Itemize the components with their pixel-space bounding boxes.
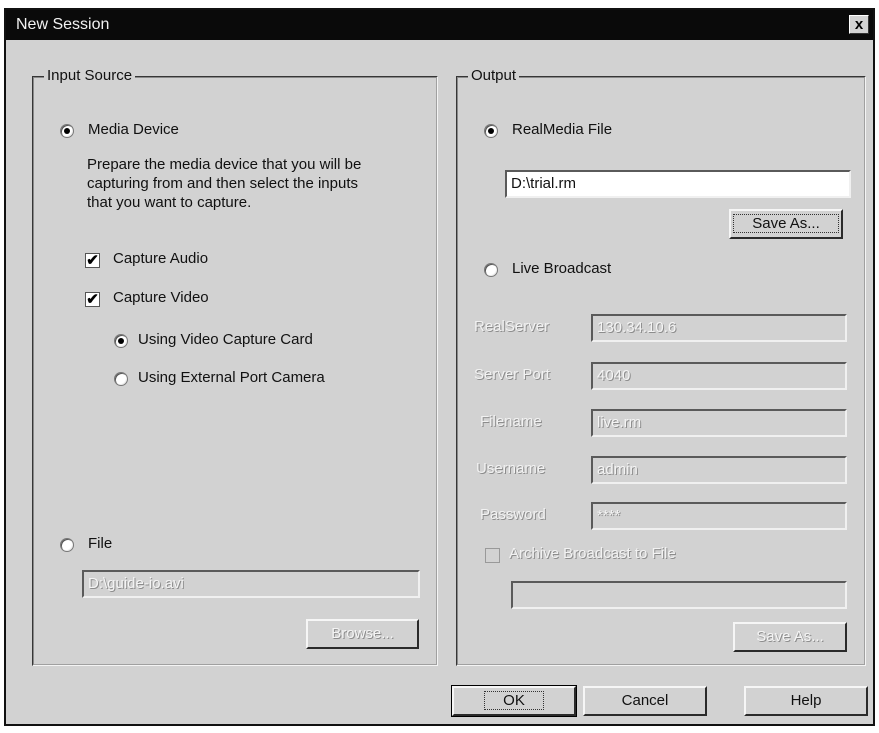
username-label: Username (476, 460, 546, 477)
capture-audio-checkbox[interactable]: ✔ (85, 253, 100, 268)
external-port-camera-label[interactable]: Using External Port Camera (138, 369, 325, 386)
title-bar: New Session x (6, 10, 873, 40)
browse-button[interactable]: Browse... (306, 619, 419, 649)
ok-label: OK (484, 691, 544, 710)
input-source-legend: Input Source (44, 67, 136, 84)
help-button[interactable]: Help (744, 686, 868, 716)
output-legend: Output (468, 67, 520, 84)
archive-path-field[interactable] (511, 581, 847, 609)
media-device-radio[interactable] (60, 124, 74, 138)
filename-field[interactable]: live.rm (591, 409, 847, 437)
capture-video-checkbox[interactable]: ✔ (85, 292, 100, 307)
external-port-camera-radio[interactable] (114, 372, 128, 386)
capture-video-label[interactable]: Capture Video (113, 289, 209, 306)
capture-audio-label[interactable]: Capture Audio (113, 250, 208, 267)
filename-label: Filename (480, 413, 542, 430)
realserver-label: RealServer (474, 318, 550, 335)
input-source-group: Input Source Media Device Prepare the me… (32, 67, 438, 666)
cancel-button[interactable]: Cancel (583, 686, 707, 716)
realmedia-file-radio[interactable] (484, 124, 498, 138)
live-broadcast-label[interactable]: Live Broadcast (512, 260, 611, 277)
archive-broadcast-checkbox[interactable] (485, 548, 500, 563)
file-label[interactable]: File (88, 535, 112, 552)
password-field[interactable]: **** (591, 502, 847, 530)
realmedia-save-as-button[interactable]: Save As... (729, 209, 843, 239)
password-label: Password (480, 506, 546, 523)
file-path-field[interactable]: D:\guide-io.avi (82, 570, 420, 598)
live-broadcast-radio[interactable] (484, 263, 498, 277)
server-port-label: Server Port (474, 366, 550, 383)
output-group: Output RealMedia File D:\trial.rm Save A… (456, 67, 866, 666)
realmedia-save-as-label: Save As... (733, 214, 839, 233)
server-port-field[interactable]: 4040 (591, 362, 847, 390)
ok-button[interactable]: OK (451, 685, 577, 717)
realserver-field[interactable]: 130.34.10.6 (591, 314, 847, 342)
archive-broadcast-label[interactable]: Archive Broadcast to File (509, 545, 676, 562)
realmedia-file-label[interactable]: RealMedia File (512, 121, 612, 138)
username-field[interactable]: admin (591, 456, 847, 484)
close-icon[interactable]: x (849, 15, 869, 34)
new-session-dialog: New Session x Input Source Media Device … (4, 8, 875, 726)
video-capture-card-label[interactable]: Using Video Capture Card (138, 331, 313, 348)
realmedia-file-path-field[interactable]: D:\trial.rm (505, 170, 851, 198)
video-capture-card-radio[interactable] (114, 334, 128, 348)
window-title: New Session (16, 16, 110, 33)
file-radio[interactable] (60, 538, 74, 552)
archive-save-as-button[interactable]: Save As... (733, 622, 847, 652)
media-device-label[interactable]: Media Device (88, 121, 179, 138)
media-device-description: Prepare the media device that you will b… (87, 156, 362, 211)
